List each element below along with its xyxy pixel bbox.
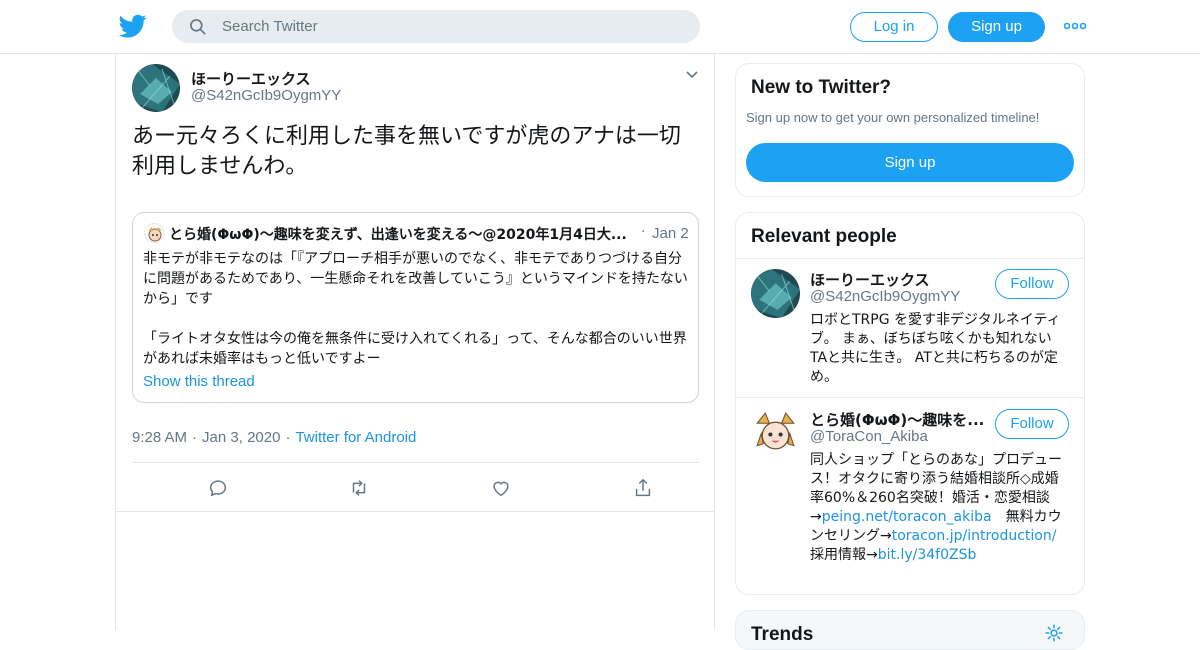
bio-link[interactable]: bit.ly/34f0ZSb <box>878 547 977 563</box>
bio-link[interactable]: toracon.jp/introduction/ <box>892 528 1057 544</box>
quoted-tweet[interactable]: とら婚(ΦωΦ)～趣味を変えず、出逢いを変える～@2020年1月4日大... ·… <box>132 212 699 403</box>
reply-icon[interactable] <box>207 477 229 499</box>
search-input[interactable] <box>222 10 682 43</box>
relevant-people-title: Relevant people <box>751 226 897 247</box>
quoted-text: 非モテが非モテなのは「『アプローチ相手が悪いのでなく、非モテでありつづける自分に… <box>143 251 688 367</box>
meta-separator: · <box>285 429 291 446</box>
follow-button[interactable]: Follow <box>995 409 1069 439</box>
avatar[interactable] <box>132 64 180 112</box>
tweet-date: Jan 3, 2020 <box>202 429 281 446</box>
show-thread-link[interactable]: Show this thread <box>143 373 255 390</box>
quoted-author-name: とら婚(ΦωΦ)～趣味を変えず、出逢いを変える～@2020年1月4日大... <box>169 227 627 243</box>
main-column: ほーりーエックス @S42nGcIb9OygmYY あー元々ろくに利用した事を無… <box>115 54 715 630</box>
person-bio: 同人ショップ「とらのあな」プロデュース！オタクに寄り添う結婚相談所◇成婚率60%… <box>810 451 1072 565</box>
person-name[interactable]: ほーりーエックス <box>810 269 986 290</box>
retweet-icon[interactable] <box>348 477 370 499</box>
quoted-avatar <box>144 223 164 243</box>
top-navigation-bar: Log in Sign up <box>0 0 1200 54</box>
meta-separator: · <box>192 429 198 446</box>
relevant-person: とら婚(ΦωΦ)～趣味を... @ToraCon_Akiba Follow 同人… <box>736 399 1084 594</box>
tweet-source-link[interactable]: Twitter for Android <box>295 429 416 446</box>
sign-up-button[interactable]: Sign up <box>948 12 1045 42</box>
twitter-bird-icon[interactable] <box>119 12 147 40</box>
new-to-twitter-subtitle: Sign up now to get your own personalized… <box>746 110 1040 125</box>
tweet-time: 9:28 AM <box>132 429 188 446</box>
search-icon <box>190 19 206 35</box>
sidebar-sign-up-button[interactable]: Sign up <box>746 143 1074 182</box>
tweet-actions <box>132 462 699 511</box>
quoted-separator: · <box>641 224 646 240</box>
tweet-author-handle[interactable]: @S42nGcIb9OygmYY <box>191 87 341 104</box>
log-in-button[interactable]: Log in <box>850 12 938 42</box>
person-bio: ロボとTRPG を愛す非デジタルネイティブ。 まぁ、ぼちぼち呟くかも知れない T… <box>810 312 1061 385</box>
tweet-text: あー元々ろくに利用した事を無いですが虎のアナは一切利用しませんわ。 <box>132 124 681 179</box>
person-name[interactable]: とら婚(ΦωΦ)～趣味を... <box>810 409 986 430</box>
tweet: ほーりーエックス @S42nGcIb9OygmYY あー元々ろくに利用した事を無… <box>116 54 714 512</box>
new-to-twitter-card: New to Twitter? Sign up now to get your … <box>735 63 1085 197</box>
tweet-author-name[interactable]: ほーりーエックス <box>191 68 311 89</box>
like-icon[interactable] <box>490 477 512 499</box>
quoted-date: Jan 2 <box>652 225 689 242</box>
tweet-metadata: 9:28 AM · Jan 3, 2020 · Twitter for Android <box>132 429 416 446</box>
search-bar[interactable] <box>172 10 700 43</box>
person-handle[interactable]: @S42nGcIb9OygmYY <box>810 288 960 305</box>
relevant-person: ほーりーエックス @S42nGcIb9OygmYY Follow ロボとTRPG… <box>736 259 1084 398</box>
avatar[interactable] <box>751 269 800 318</box>
new-to-twitter-title: New to Twitter? <box>751 77 892 98</box>
chevron-down-icon[interactable] <box>685 70 699 80</box>
bio-link[interactable]: peing.net/toracon_akiba <box>822 509 992 525</box>
share-icon[interactable] <box>632 477 654 499</box>
follow-button[interactable]: Follow <box>995 269 1069 299</box>
person-handle[interactable]: @ToraCon_Akiba <box>810 428 928 445</box>
more-icon[interactable] <box>1064 20 1086 32</box>
trends-title: Trends <box>751 624 814 645</box>
trends-card: Trends <box>735 610 1085 650</box>
avatar[interactable] <box>751 409 800 458</box>
gear-icon[interactable] <box>1044 623 1064 643</box>
relevant-people-card: Relevant people ほーりーエックス @S42nGcIb9OygmY… <box>735 212 1085 595</box>
bio-text: 採用情報→ <box>810 547 878 563</box>
